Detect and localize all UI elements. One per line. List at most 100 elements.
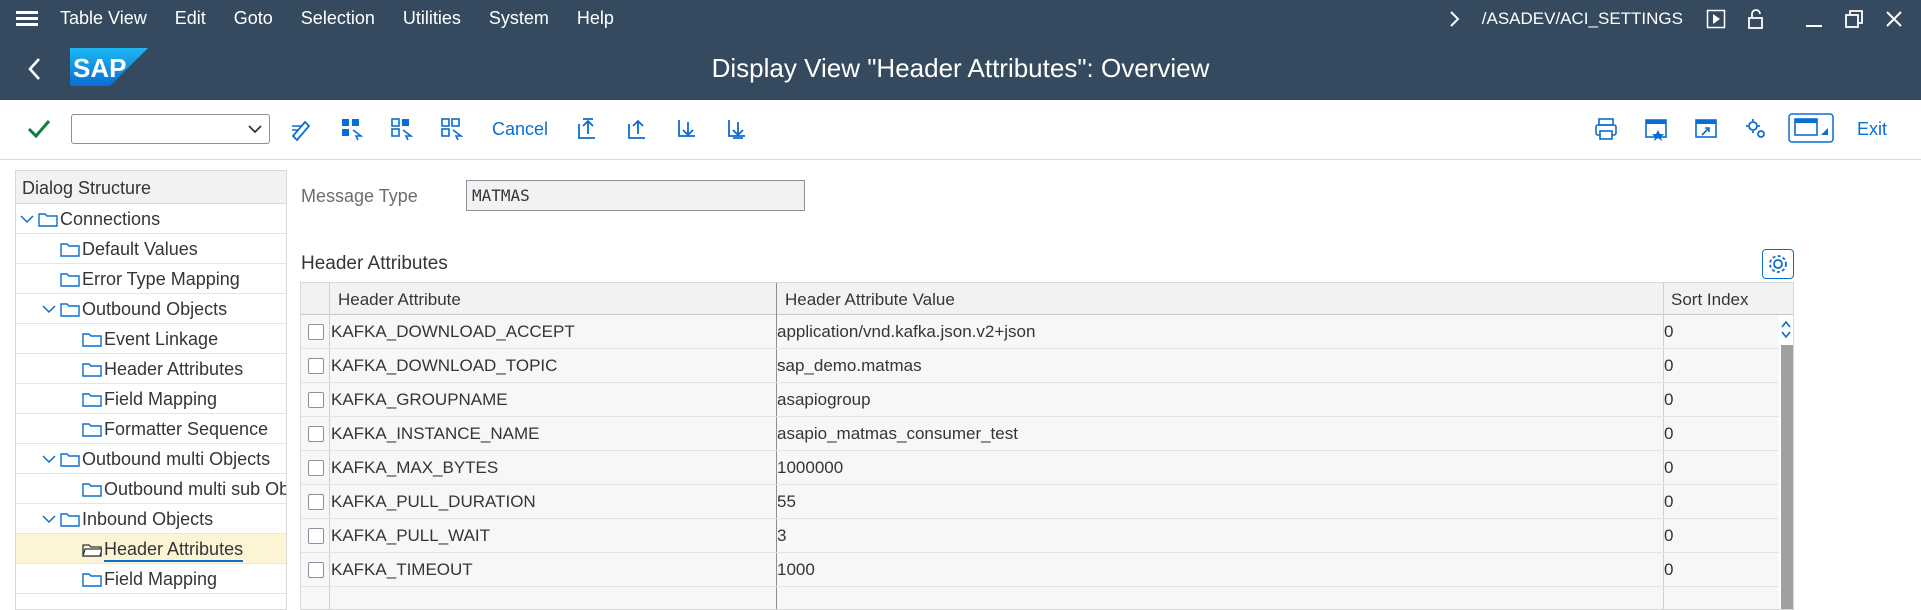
display-change-icon[interactable] <box>289 116 315 142</box>
cancel-button[interactable]: Cancel <box>492 119 548 140</box>
row-select-checkbox[interactable] <box>308 324 324 340</box>
hamburger-menu-icon[interactable] <box>16 10 38 27</box>
tree-item[interactable]: Outbound multi sub Ob <box>16 474 286 504</box>
row-select-checkbox[interactable] <box>308 426 324 442</box>
header-attributes-table: Header Attribute Header Attribute Value … <box>300 282 1794 610</box>
application-toolbar: Cancel Exit <box>0 100 1921 160</box>
cell-sort-index: 0 <box>1664 356 1674 375</box>
page-title: Display View "Header Attributes": Overvi… <box>711 53 1210 83</box>
tree-item-label: Default Values <box>82 239 198 259</box>
transaction-path: /ASADEV/ACI_SETTINGS <box>1481 8 1683 28</box>
exit-button[interactable]: Exit <box>1857 119 1887 140</box>
table-row[interactable]: KAFKA_GROUPNAME asapiogroup 0 <box>301 383 1781 417</box>
cell-sort-index: 0 <box>1664 560 1674 579</box>
row-select-checkbox[interactable] <box>308 392 324 408</box>
last-page-icon[interactable] <box>725 116 751 142</box>
row-select-checkbox[interactable] <box>308 562 324 578</box>
next-page-icon[interactable] <box>675 116 701 142</box>
row-select-checkbox[interactable] <box>308 460 324 476</box>
create-bookmark-icon[interactable] <box>1643 116 1669 142</box>
gear-icon <box>1769 255 1787 273</box>
menu-utilities[interactable]: Utilities <box>403 8 461 29</box>
column-header-value[interactable]: Header Attribute Value <box>785 290 955 310</box>
cell-header-attribute: KAFKA_PULL_WAIT <box>331 526 491 545</box>
customize-layout-icon[interactable] <box>1788 113 1834 143</box>
previous-page-icon[interactable] <box>625 116 651 142</box>
first-page-icon[interactable] <box>575 116 601 142</box>
chevron-right-icon[interactable] <box>1448 10 1462 28</box>
checkmark-icon[interactable] <box>26 116 52 142</box>
cell-header-attribute-value: sap_demo.matmas <box>777 356 922 375</box>
table-row[interactable]: KAFKA_DOWNLOAD_TOPIC sap_demo.matmas 0 <box>301 349 1781 383</box>
tree-item-label: Field Mapping <box>104 389 218 409</box>
folder-icon <box>82 483 102 497</box>
deselect-all-icon[interactable] <box>439 116 465 142</box>
unlock-icon[interactable] <box>1745 8 1767 30</box>
cell-header-attribute-value: 55 <box>777 492 796 511</box>
tree-item[interactable]: Header Attributes <box>16 354 286 384</box>
play-icon[interactable] <box>1705 8 1727 30</box>
table-row[interactable]: KAFKA_PULL_DURATION 55 0 <box>301 485 1781 519</box>
tree-item-label: Inbound Objects <box>82 509 214 529</box>
table-row[interactable]: KAFKA_TIMEOUT 1000 0 <box>301 553 1781 587</box>
minimize-icon[interactable] <box>1803 8 1825 30</box>
title-bar: SAP Display View "Header Attributes": Ov… <box>0 37 1921 100</box>
dialog-structure-tree: Connections Default Values Error Type Mapp… <box>16 204 286 594</box>
tree-item[interactable]: Error Type Mapping <box>16 264 286 294</box>
table-row[interactable]: KAFKA_INSTANCE_NAME asapio_matmas_consume… <box>301 417 1781 451</box>
tree-item[interactable]: Outbound multi Objects <box>16 444 286 474</box>
tree-item[interactable]: Event Linkage <box>16 324 286 354</box>
print-icon[interactable] <box>1593 116 1619 142</box>
row-select-checkbox[interactable] <box>308 358 324 374</box>
tree-item[interactable]: Outbound Objects <box>16 294 286 324</box>
header-attributes-title: Header Attributes <box>301 253 448 274</box>
chevron-down-icon[interactable] <box>1779 328 1793 342</box>
column-header-sort-index[interactable]: Sort Index <box>1671 290 1749 310</box>
tree-item[interactable]: Formatter Sequence <box>16 414 286 444</box>
cell-header-attribute-value: asapio_matmas_consumer_test <box>777 424 1018 443</box>
cell-header-attribute: KAFKA_GROUPNAME <box>331 390 508 409</box>
folder-icon <box>38 213 58 227</box>
row-select-checkbox[interactable] <box>308 528 324 544</box>
column-header-attribute[interactable]: Header Attribute <box>338 290 461 310</box>
message-type-field[interactable]: MATMAS <box>466 180 805 211</box>
chevron-down-icon[interactable] <box>247 123 263 135</box>
select-all-icon[interactable] <box>339 116 365 142</box>
tree-item-label: Error Type Mapping <box>82 269 240 289</box>
cell-header-attribute: KAFKA_PULL_DURATION <box>331 492 536 511</box>
menu-table-view[interactable]: Table View <box>60 8 147 29</box>
cell-sort-index: 0 <box>1664 322 1674 341</box>
command-field[interactable] <box>71 114 270 144</box>
restore-icon[interactable] <box>1843 8 1865 30</box>
table-row[interactable]: KAFKA_PULL_WAIT 3 0 <box>301 519 1781 553</box>
close-icon[interactable] <box>1883 8 1905 30</box>
table-row[interactable]: KAFKA_MAX_BYTES 1000000 0 <box>301 451 1781 485</box>
menu-edit[interactable]: Edit <box>175 8 206 29</box>
cell-header-attribute-value: 1000 <box>777 560 815 579</box>
settings-gears-icon[interactable] <box>1743 116 1769 142</box>
tree-item[interactable]: Field Mapping <box>16 564 286 594</box>
menu-selection[interactable]: Selection <box>301 8 375 29</box>
menu-system[interactable]: System <box>489 8 549 29</box>
folder-icon <box>82 573 102 587</box>
vertical-scrollbar[interactable] <box>1779 315 1793 609</box>
table-settings-button[interactable] <box>1762 249 1794 279</box>
tree-item[interactable]: Connections <box>16 204 286 234</box>
folder-icon <box>82 363 102 377</box>
new-window-icon[interactable] <box>1693 116 1719 142</box>
select-block-icon[interactable] <box>389 116 415 142</box>
chevron-down-icon[interactable] <box>42 452 56 466</box>
tree-item[interactable]: Default Values <box>16 234 286 264</box>
chevron-down-icon[interactable] <box>42 512 56 526</box>
scrollbar-thumb[interactable] <box>1781 345 1793 609</box>
tree-item[interactable]: Field Mapping <box>16 384 286 414</box>
row-select-checkbox[interactable] <box>308 494 324 510</box>
tree-item-label: Field Mapping <box>104 569 218 589</box>
tree-item[interactable]: Inbound Objects <box>16 504 286 534</box>
menu-help[interactable]: Help <box>577 8 614 29</box>
chevron-down-icon[interactable] <box>42 302 56 316</box>
chevron-down-icon[interactable] <box>20 212 34 226</box>
menu-goto[interactable]: Goto <box>234 8 273 29</box>
table-row[interactable]: KAFKA_DOWNLOAD_ACCEPT application/vnd.kaf… <box>301 315 1781 349</box>
tree-item[interactable]: Header Attributes <box>16 534 286 564</box>
